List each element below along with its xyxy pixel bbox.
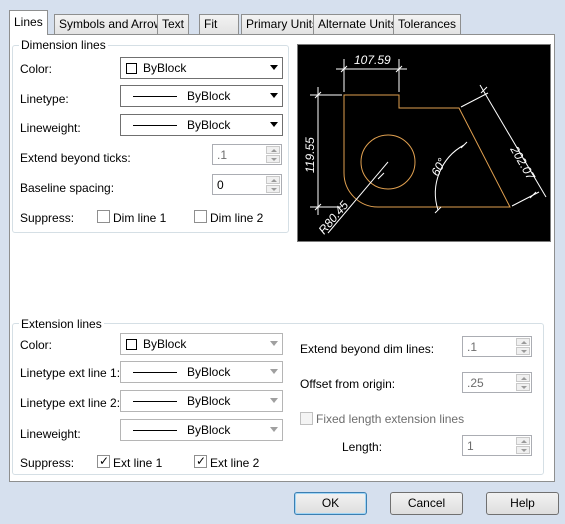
help-button[interactable]: Help xyxy=(486,492,559,515)
length-spinner[interactable]: 1 xyxy=(462,435,532,456)
ext-line-1-label: Ext line 1 xyxy=(113,456,163,470)
preview-dim-angle: 60° xyxy=(428,156,449,179)
checkmark-icon: ✓ xyxy=(99,454,110,468)
tab-primary-units[interactable]: Primary Units xyxy=(241,14,324,34)
tab-alternate-units[interactable]: Alternate Units xyxy=(313,14,402,34)
linetype-ext-line-2-value: ByBlock xyxy=(187,394,231,408)
spin-down-icon[interactable] xyxy=(516,383,530,391)
chevron-down-icon xyxy=(270,341,278,346)
ext-line-1-checkbox[interactable]: ✓ xyxy=(97,454,110,468)
spin-down-icon[interactable] xyxy=(516,446,530,454)
tab-symbols-and-arrows[interactable]: Symbols and Arrows xyxy=(54,14,174,34)
chevron-down-icon xyxy=(270,65,278,70)
linetype-ext-line-2-dropdown[interactable]: ByBlock xyxy=(120,390,283,412)
extension-lines-title: Extension lines xyxy=(19,317,104,331)
line-sample-icon xyxy=(133,124,177,126)
dim-lineweight-label: Lineweight: xyxy=(20,121,81,135)
extend-beyond-ticks-value: .1 xyxy=(217,148,228,162)
dim-line-2-label: Dim line 2 xyxy=(210,211,264,225)
extend-beyond-ticks-label: Extend beyond ticks: xyxy=(20,151,131,165)
baseline-spacing-value: 0 xyxy=(217,178,224,192)
spin-up-icon[interactable] xyxy=(516,437,530,445)
line-sample-icon xyxy=(133,371,177,373)
cancel-button[interactable]: Cancel xyxy=(390,492,463,515)
offset-from-origin-spinner[interactable]: .25 xyxy=(462,372,532,393)
chevron-down-icon xyxy=(270,398,278,403)
dim-line-1-label: Dim line 1 xyxy=(113,211,167,225)
tab-lines[interactable]: Lines xyxy=(9,10,48,35)
baseline-spacing-label: Baseline spacing: xyxy=(20,181,115,195)
extend-beyond-dim-lines-label: Extend beyond dim lines: xyxy=(300,342,435,356)
preview-dim-radius: R80.45 xyxy=(316,198,352,237)
line-sample-icon xyxy=(133,400,177,402)
dim-linetype-dropdown[interactable]: ByBlock xyxy=(120,85,283,107)
dimension-preview: 107.59 119.55 202.07 R80.45 60° xyxy=(297,44,551,242)
tab-text[interactable]: Text xyxy=(157,14,190,34)
dim-line-2-checkbox[interactable] xyxy=(194,210,207,223)
dim-linetype-label: Linetype: xyxy=(20,92,69,106)
fixed-length-label: Fixed length extension lines xyxy=(316,412,465,426)
offset-from-origin-value: .25 xyxy=(467,376,484,390)
preview-drawing: 107.59 119.55 202.07 R80.45 60° xyxy=(303,53,547,237)
extend-beyond-ticks-spinner[interactable]: .1 xyxy=(212,144,282,165)
chevron-down-icon xyxy=(270,122,278,127)
dim-color-label: Color: xyxy=(20,62,53,76)
length-label: Length: xyxy=(342,440,383,454)
ext-suppress-label: Suppress: xyxy=(20,456,75,470)
spin-down-icon[interactable] xyxy=(266,155,280,163)
linetype-ext-line-2-label: Linetype ext line 2: xyxy=(20,396,121,410)
spin-up-icon[interactable] xyxy=(266,176,280,184)
spin-up-icon[interactable] xyxy=(516,338,530,346)
length-value: 1 xyxy=(467,439,474,453)
line-sample-icon xyxy=(133,429,177,431)
ext-color-value: ByBlock xyxy=(143,337,187,351)
color-swatch-icon xyxy=(126,62,137,74)
dimension-lines-title: Dimension lines xyxy=(19,38,108,52)
ext-color-dropdown[interactable]: ByBlock xyxy=(120,333,283,355)
line-sample-icon xyxy=(133,95,177,97)
dim-lineweight-value: ByBlock xyxy=(187,118,231,132)
linetype-ext-line-1-value: ByBlock xyxy=(187,365,231,379)
extend-beyond-dim-lines-value: .1 xyxy=(467,340,478,354)
ok-button[interactable]: OK xyxy=(294,492,367,515)
dim-color-dropdown[interactable]: ByBlock xyxy=(120,57,283,79)
dim-color-value: ByBlock xyxy=(143,61,187,75)
chevron-down-icon xyxy=(270,369,278,374)
dim-lineweight-dropdown[interactable]: ByBlock xyxy=(120,114,283,136)
spin-down-icon[interactable] xyxy=(266,185,280,193)
ext-lineweight-value: ByBlock xyxy=(187,423,231,437)
dim-suppress-label: Suppress: xyxy=(20,211,75,225)
ext-line-2-checkbox[interactable]: ✓ xyxy=(194,454,207,468)
fixed-length-checkbox[interactable] xyxy=(300,412,313,425)
checkmark-icon: ✓ xyxy=(196,454,207,468)
preview-dim-top: 107.59 xyxy=(354,53,391,67)
dim-linetype-value: ByBlock xyxy=(187,89,231,103)
spin-up-icon[interactable] xyxy=(266,146,280,154)
spin-down-icon[interactable] xyxy=(516,347,530,355)
ext-lineweight-label: Lineweight: xyxy=(20,427,81,441)
linetype-ext-line-1-label: Linetype ext line 1: xyxy=(20,366,121,380)
dim-line-1-checkbox[interactable] xyxy=(97,210,110,223)
tab-fit[interactable]: Fit xyxy=(199,14,239,34)
chevron-down-icon xyxy=(270,93,278,98)
color-swatch-icon xyxy=(126,338,137,350)
ext-lineweight-dropdown[interactable]: ByBlock xyxy=(120,419,283,441)
offset-from-origin-label: Offset from origin: xyxy=(300,377,396,391)
chevron-down-icon xyxy=(270,427,278,432)
ext-color-label: Color: xyxy=(20,338,53,352)
tab-tolerances[interactable]: Tolerances xyxy=(393,14,462,34)
spin-up-icon[interactable] xyxy=(516,374,530,382)
preview-dim-left: 119.55 xyxy=(303,137,317,173)
baseline-spacing-spinner[interactable]: 0 xyxy=(212,174,282,195)
linetype-ext-line-1-dropdown[interactable]: ByBlock xyxy=(120,361,283,383)
preview-dim-right: 202.07 xyxy=(507,143,539,184)
extend-beyond-dim-lines-spinner[interactable]: .1 xyxy=(462,336,532,357)
ext-line-2-label: Ext line 2 xyxy=(210,456,260,470)
